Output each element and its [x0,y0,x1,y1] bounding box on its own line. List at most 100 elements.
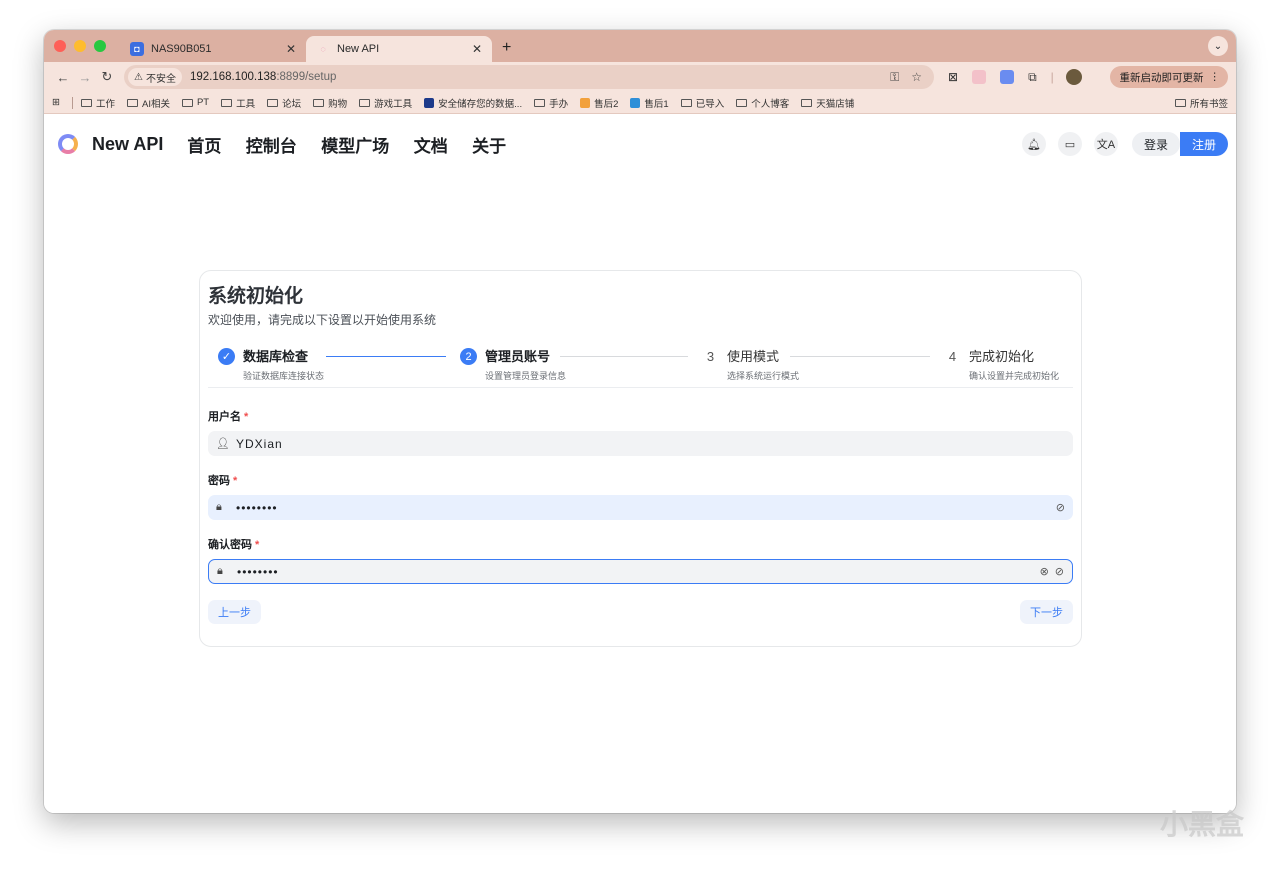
setup-subtitle: 欢迎使用，请完成以下设置以开始使用系统 [208,313,437,327]
bookmark-item[interactable]: 已导入 [680,96,725,110]
nav-about[interactable]: 关于 [472,137,506,156]
nav-docs[interactable]: 文档 [414,137,448,156]
confirm-password-label: 确认密码 * [208,539,260,551]
password-key-icon[interactable]: ⚿ [890,70,899,85]
url-text[interactable]: 192.168.100.138:8899/setup [190,71,890,83]
confirm-password-input[interactable]: 🔒︎ •••••••• ⊗ ⊘ [208,559,1073,584]
bookmark-label: 论坛 [282,98,302,110]
bookmark-item[interactable]: 工作 [80,96,115,110]
password-input[interactable]: 🔒︎ •••••••• ⊘ [208,495,1073,520]
folder-icon [736,98,748,107]
minimize-window-button[interactable] [74,40,86,52]
reload-icon[interactable]: ↻ [96,69,118,85]
step-connector [326,356,446,357]
step-admin-account[interactable]: 2 管理员账号 设置管理员登录信息 [460,348,702,387]
nav-models[interactable]: 模型广场 [321,137,389,156]
bookmark-label: 工具 [236,98,256,110]
password-value: •••••••• [236,500,278,515]
kebab-menu-icon: ⋮ [1209,71,1221,83]
bookmark-item[interactable]: 天猫店铺 [801,96,854,110]
monitor-theme-icon[interactable]: ▭ [1057,132,1082,156]
step-number-badge: 4 [948,349,957,364]
folder-icon [80,98,92,107]
extensions-puzzle-icon[interactable]: ⧉ [1028,70,1037,85]
bookmark-item[interactable]: 安全储存您的数据... [424,96,522,110]
new-api-logo-icon[interactable] [58,134,78,154]
security-chip[interactable]: ⚠ 不安全 [128,68,182,86]
bookmark-label: 天猫店铺 [816,98,855,110]
next-step-button[interactable]: 下一步 [1020,600,1073,624]
close-tab-icon[interactable]: ✕ [286,42,296,56]
bell-icon[interactable]: 🔔︎ [1021,132,1046,156]
bookmark-item[interactable]: 游戏工具 [359,96,412,110]
address-bar[interactable]: ⚠ 不安全 192.168.100.138:8899/setup ⚿ ☆ [124,65,934,89]
login-button[interactable]: 登录 [1131,132,1180,156]
step-desc: 选择系统运行模式 [727,371,800,381]
tab-new-api[interactable]: ◌ New API ✕ [306,36,492,62]
close-tab-icon[interactable]: ✕ [472,42,482,56]
register-button[interactable]: 注册 [1179,132,1228,156]
all-bookmarks[interactable]: 所有书签 [1174,96,1228,110]
setup-steps: ✓ 数据库检查 验证数据库连接状态 2 管理员账号 设置管理员登录信息 3 使用… [208,348,1073,388]
tab-strip: ◘ NAS90B051 ✕ ◌ New API ✕ + ⌄ [44,30,1236,62]
nav-home[interactable]: 首页 [187,137,221,156]
username-input[interactable]: 👤︎ YDXian [208,431,1073,456]
app-header: New API 首页 控制台 模型广场 文档 关于 🔔︎ ▭ 文A 登录 注册 [44,114,1236,174]
step-number-badge: 2 [460,348,477,365]
watermark-logo: 小黑盒 [1159,809,1244,840]
bookmark-label: 售后1 [644,98,669,110]
folder-icon [181,98,193,107]
folder-icon [267,98,279,107]
confirm-password-value: •••••••• [237,564,279,579]
bookmark-item[interactable]: PT [181,97,210,108]
bookmark-label: 手办 [549,98,569,110]
zoom-window-button[interactable] [94,40,106,52]
bookmark-item[interactable]: 售后1 [630,96,669,110]
screenshot-extension-icon[interactable]: ⊠ [948,70,958,84]
nav-console[interactable]: 控制台 [246,137,297,156]
folder-icon [1174,98,1186,107]
extension-pink-icon[interactable] [972,70,987,84]
tab-search-icon[interactable]: ⌄ [1208,36,1228,56]
back-icon[interactable]: ← [52,70,74,85]
prev-step-button[interactable]: 上一步 [208,600,261,624]
step-finish[interactable]: 4 完成初始化 确认设置并完成初始化 [944,348,1059,387]
step-connector [790,356,930,357]
bookmark-item[interactable]: 工具 [221,96,255,110]
url-path: :8899/setup [276,71,337,83]
forward-icon[interactable]: → [74,70,96,85]
tab-nas[interactable]: ◘ NAS90B051 ✕ [120,36,306,62]
step-number-badge: 3 [706,349,715,364]
bookmark-label: PT [196,97,210,108]
bookmark-star-icon[interactable]: ☆ [911,70,922,85]
username-label: 用户名 * [208,411,249,423]
main-nav: 首页 控制台 模型广场 文档 关于 [187,132,526,157]
eye-off-icon[interactable]: ⊘ [1055,565,1064,578]
bookmarks-bar: ⊞ 工作 AI相关 PT 工具 论坛 购物 游戏工具 安全储存您的数据... 手办 售后2 售后1 已… [44,92,1236,114]
eye-off-icon[interactable]: ⊘ [1056,501,1065,514]
bookmark-item[interactable]: 个人博客 [736,96,789,110]
bookmark-item[interactable]: 购物 [313,96,347,110]
user-icon: 👤︎ [216,438,230,450]
bookmark-item[interactable]: 手办 [534,96,568,110]
translate-icon[interactable]: 文A [1093,132,1118,156]
bookmark-item[interactable]: 售后2 [580,96,618,110]
clear-icon[interactable]: ⊗ [1040,565,1049,578]
apps-grid-icon[interactable]: ⊞ [52,97,60,108]
profile-avatar[interactable] [1065,69,1082,85]
step-usage-mode[interactable]: 3 使用模式 选择系统运行模式 [702,348,944,387]
lock-icon: 🔒︎ [217,565,223,577]
tab-title: New API [337,43,380,55]
bookmark-item[interactable]: 论坛 [267,96,301,110]
folder-icon [534,98,546,107]
update-button[interactable]: 重新启动即可更新 ⋮ [1109,66,1228,88]
warning-icon: ⚠ [134,71,143,83]
new-tab-button[interactable]: + [502,39,511,57]
extension-blue-icon[interactable] [1000,70,1015,84]
close-window-button[interactable] [54,40,66,52]
step-desc: 确认设置并完成初始化 [969,371,1060,381]
brand-name[interactable]: New API [92,134,163,155]
bookmark-label: 已导入 [695,98,725,110]
step-database-check[interactable]: ✓ 数据库检查 验证数据库连接状态 [218,348,460,387]
bookmark-item[interactable]: AI相关 [126,96,170,110]
